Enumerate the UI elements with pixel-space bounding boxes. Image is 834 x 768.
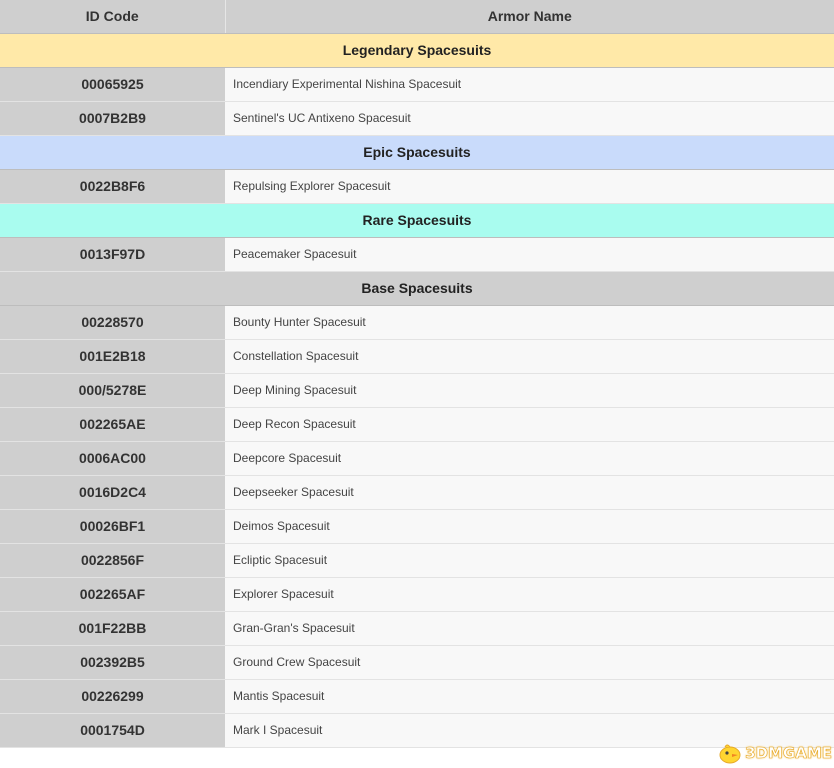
id-code-cell: 002265AF — [0, 577, 225, 612]
chick-mascot-icon — [719, 744, 741, 764]
table-body: Legendary Spacesuits 00065925 Incendiary E… — [0, 33, 834, 748]
armor-name-cell: Gran-Gran's Spacesuit — [225, 611, 834, 646]
armor-name-cell: Deepcore Spacesuit — [225, 441, 834, 476]
section-title: Epic Spacesuits — [0, 135, 834, 170]
id-code-cell: 0006AC00 — [0, 441, 225, 476]
armor-name-cell: Deep Mining Spacesuit — [225, 373, 834, 408]
id-code-cell: 002265AE — [0, 407, 225, 442]
id-code-cell: 000/5278E — [0, 373, 225, 408]
id-code-cell: 0007B2B9 — [0, 101, 225, 136]
armor-name-cell: Repulsing Explorer Spacesuit — [225, 169, 834, 204]
id-code-cell: 001E2B18 — [0, 339, 225, 374]
armor-name-cell: Mantis Spacesuit — [225, 679, 834, 714]
table-row: 001E2B18 Constellation Spacesuit — [0, 339, 834, 374]
id-code-cell: 00226299 — [0, 679, 225, 714]
armor-name-cell: Deimos Spacesuit — [225, 509, 834, 544]
id-code-cell: 0022B8F6 — [0, 169, 225, 204]
id-code-cell: 0001754D — [0, 713, 225, 748]
armor-name-cell: Sentinel's UC Antixeno Spacesuit — [225, 101, 834, 136]
armor-name-cell: Explorer Spacesuit — [225, 577, 834, 612]
id-code-cell: 001F22BB — [0, 611, 225, 646]
section-row: Epic Spacesuits — [0, 135, 834, 170]
section-title: Rare Spacesuits — [0, 203, 834, 238]
table-row: 001F22BB Gran-Gran's Spacesuit — [0, 611, 834, 646]
table-row: 002265AF Explorer Spacesuit — [0, 577, 834, 612]
watermark-text: 3DMGAME — [745, 744, 833, 763]
armor-name-cell: Incendiary Experimental Nishina Spacesui… — [225, 67, 834, 102]
section-title: Base Spacesuits — [0, 271, 834, 306]
table-row: 0013F97D Peacemaker Spacesuit — [0, 237, 834, 272]
id-code-cell: 0013F97D — [0, 237, 225, 272]
section-row: Base Spacesuits — [0, 271, 834, 306]
armor-name-cell: Peacemaker Spacesuit — [225, 237, 834, 272]
armor-name-cell: Ground Crew Spacesuit — [225, 645, 834, 680]
table-row: 0006AC00 Deepcore Spacesuit — [0, 441, 834, 476]
armor-name-cell: Deepseeker Spacesuit — [225, 475, 834, 510]
table-row: 002392B5 Ground Crew Spacesuit — [0, 645, 834, 680]
table-header-row: ID Code Armor Name — [0, 0, 834, 34]
table-row: 0001754D Mark I Spacesuit — [0, 713, 834, 748]
table-row: 00065925 Incendiary Experimental Nishina … — [0, 67, 834, 102]
table-row: 00226299 Mantis Spacesuit — [0, 679, 834, 714]
site-watermark: 3DMGAME — [717, 742, 832, 764]
column-header-armor-name: Armor Name — [225, 0, 834, 34]
id-code-cell: 0022856F — [0, 543, 225, 578]
table-row: 0007B2B9 Sentinel's UC Antixeno Spacesuit — [0, 101, 834, 136]
table-row: 000/5278E Deep Mining Spacesuit — [0, 373, 834, 408]
id-code-cell: 0016D2C4 — [0, 475, 225, 510]
table-row: 0022856F Ecliptic Spacesuit — [0, 543, 834, 578]
armor-name-cell: Ecliptic Spacesuit — [225, 543, 834, 578]
id-code-cell: 002392B5 — [0, 645, 225, 680]
id-code-cell: 00026BF1 — [0, 509, 225, 544]
armor-name-cell: Bounty Hunter Spacesuit — [225, 305, 834, 340]
section-title: Legendary Spacesuits — [0, 33, 834, 68]
section-row: Legendary Spacesuits — [0, 33, 834, 68]
column-header-id-code: ID Code — [0, 0, 226, 34]
armor-name-cell: Constellation Spacesuit — [225, 339, 834, 374]
id-code-cell: 00065925 — [0, 67, 225, 102]
page: ID Code Armor Name Legendary Spacesuits 0… — [0, 0, 834, 768]
id-code-cell: 00228570 — [0, 305, 225, 340]
table-row: 002265AE Deep Recon Spacesuit — [0, 407, 834, 442]
table-row: 00026BF1 Deimos Spacesuit — [0, 509, 834, 544]
armor-name-cell: Deep Recon Spacesuit — [225, 407, 834, 442]
armor-id-table: ID Code Armor Name Legendary Spacesuits 0… — [0, 0, 834, 748]
table-row: 0016D2C4 Deepseeker Spacesuit — [0, 475, 834, 510]
table-row: 00228570 Bounty Hunter Spacesuit — [0, 305, 834, 340]
section-row: Rare Spacesuits — [0, 203, 834, 238]
table-row: 0022B8F6 Repulsing Explorer Spacesuit — [0, 169, 834, 204]
